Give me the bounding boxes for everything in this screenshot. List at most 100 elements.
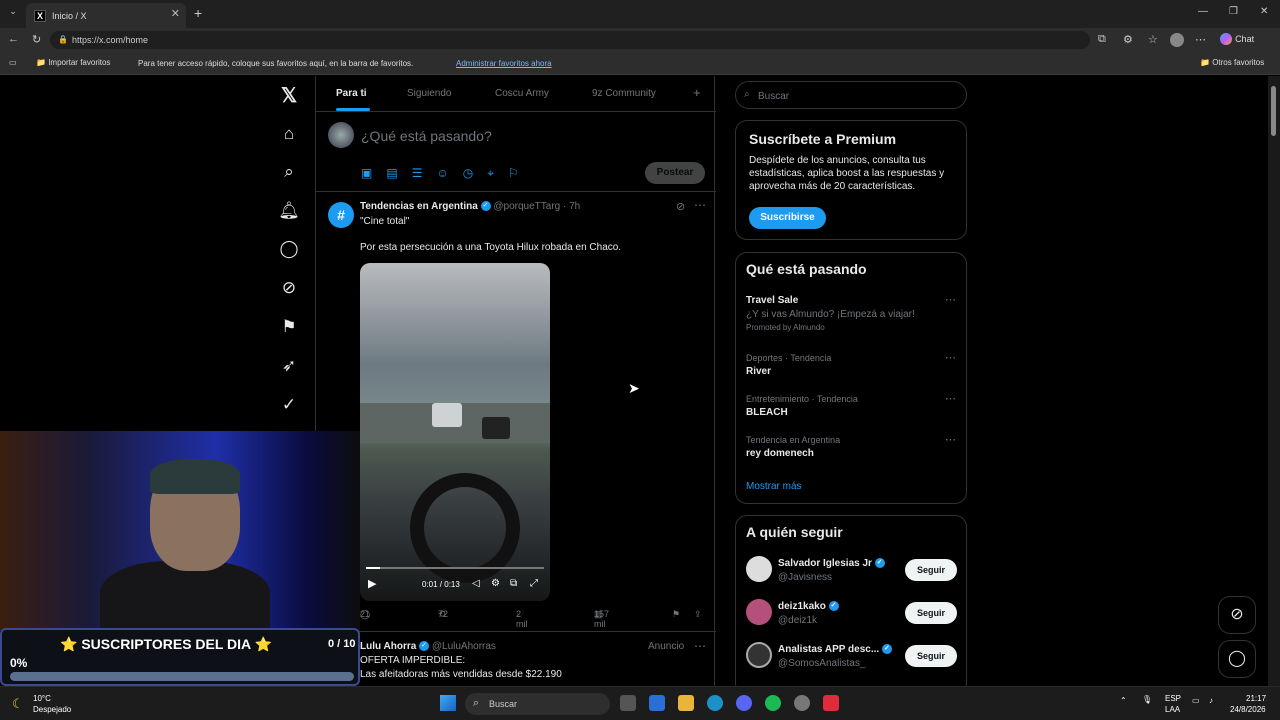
refresh-icon[interactable]: ↻ — [32, 33, 41, 46]
tab-actions-icon[interactable]: ⌄ — [6, 6, 20, 20]
lang1[interactable]: ESP — [1165, 694, 1181, 703]
trend-item[interactable]: Deportes · Tendencia River ⋯ — [746, 351, 958, 377]
add-tab-icon[interactable]: + — [693, 85, 701, 100]
follow-suggestion[interactable]: Analistas APP desc... ✓ @SomosAnalistas_… — [746, 642, 958, 672]
location-icon[interactable]: ⌖ — [487, 166, 508, 180]
tray-chevron-icon[interactable]: ⌃ — [1120, 696, 1127, 705]
favbar-collapse-icon[interactable]: ▭ — [9, 58, 17, 67]
show-more-link[interactable]: Mostrar más — [746, 481, 802, 492]
messages-fab-icon[interactable]: ◯ — [1218, 640, 1256, 678]
profile-avatar[interactable] — [1170, 33, 1184, 47]
tweet-video[interactable]: ▶ 0:01 / 0:13 ◁ ⚙ ⧉ ⤢ — [360, 263, 550, 601]
search-input[interactable]: ⌕ Buscar — [735, 81, 967, 109]
media-icon[interactable]: ▣ — [361, 166, 386, 180]
tab-siguiendo[interactable]: Siguiendo — [407, 88, 451, 99]
gif-icon[interactable]: ▤ — [386, 166, 411, 180]
task-view-icon[interactable] — [620, 695, 636, 711]
close-tab-icon[interactable]: ✕ — [171, 7, 180, 20]
mic-icon[interactable]: 🎙︎ — [1142, 695, 1152, 704]
verified-icon[interactable]: ✓ — [276, 392, 302, 418]
tweet-author-avatar[interactable]: # — [328, 202, 354, 228]
trend-more-icon[interactable]: ⋯ — [945, 433, 956, 446]
favorites-icon[interactable]: ☆ — [1148, 33, 1158, 46]
tab-9z-community[interactable]: 9z Community — [592, 88, 656, 99]
tab-para-ti[interactable]: Para ti — [336, 88, 367, 99]
fullscreen-icon[interactable]: ⤢ — [530, 578, 538, 589]
trend-item[interactable]: Entretenimiento · Tendencia BLEACH ⋯ — [746, 392, 958, 418]
lang2[interactable]: LAA — [1165, 705, 1180, 714]
emoji-icon[interactable]: ☺ — [436, 166, 462, 180]
trend-more-icon[interactable]: ⋯ — [945, 351, 956, 364]
outlook-icon[interactable] — [649, 695, 665, 711]
import-favorites[interactable]: 📁 Importar favoritos — [36, 58, 110, 67]
browser-tab[interactable]: X Inicio / X ✕ — [26, 3, 186, 28]
share-icon[interactable]: ⇪ — [694, 609, 702, 620]
weather-moon-icon[interactable]: ☾ — [12, 696, 24, 712]
flag-icon[interactable]: ⚐ — [508, 166, 533, 180]
home-icon[interactable]: ⌂ — [276, 121, 302, 147]
taskbar-search[interactable]: ⌕ Buscar — [465, 693, 610, 715]
chat-button[interactable]: Chat — [1220, 33, 1254, 46]
play-icon[interactable]: ▶ — [368, 577, 376, 590]
copilot-icon[interactable]: ⚙ — [1123, 33, 1133, 46]
follow-button[interactable]: Seguir — [905, 559, 957, 581]
ad-author-name[interactable]: Lulu Ahorra — [360, 641, 416, 652]
follow-button[interactable]: Seguir — [905, 645, 957, 667]
explore-search-icon[interactable]: ⌕ — [276, 159, 302, 185]
trend-more-icon[interactable]: ⋯ — [945, 392, 956, 405]
post-button[interactable]: Postear — [645, 162, 705, 184]
tweet-author-name[interactable]: Tendencias en Argentina — [360, 201, 478, 212]
weather-text[interactable]: Despejado — [33, 705, 71, 714]
close-window-icon[interactable]: ✕ — [1260, 6, 1268, 17]
jobs-rocket-icon[interactable]: ➶ — [276, 353, 302, 379]
follow-suggestion[interactable]: Salvador Iglesias Jr ✓ @Javisness Seguir — [746, 556, 958, 586]
tweet[interactable]: # Tendencias en Argentina ✓ @porqueTTarg… — [316, 192, 716, 632]
page-scrollbar[interactable] — [1268, 76, 1280, 686]
back-icon[interactable]: ← — [8, 33, 19, 45]
file-explorer-icon[interactable] — [678, 695, 694, 711]
follow-button[interactable]: Seguir — [905, 602, 957, 624]
ad-tweet[interactable]: Lulu Ahorra ✓ @LuluAhorras Anuncio ⋯ OFE… — [316, 633, 716, 686]
x-logo-icon[interactable]: 𝕏 — [276, 82, 302, 108]
compose-input[interactable]: ¿Qué está pasando? — [361, 128, 492, 144]
other-favorites[interactable]: 📁 Otros favoritos — [1200, 58, 1264, 67]
ad-handle[interactable]: @LuluAhorras — [432, 641, 496, 652]
clock-date[interactable]: 24/8/2026 — [1230, 705, 1266, 714]
url-field[interactable]: 🔒 https://x.com/home — [50, 31, 1090, 49]
minimize-icon[interactable]: — — [1198, 6, 1208, 17]
bookmarks-icon[interactable]: ⚑ — [276, 314, 302, 340]
volume-icon[interactable]: ◁ — [472, 578, 480, 589]
discord-icon[interactable] — [736, 695, 752, 711]
scrollbar-thumb[interactable] — [1271, 86, 1276, 136]
menu-icon[interactable]: ⋯ — [1195, 33, 1206, 46]
ad-more-icon[interactable]: ⋯ — [694, 639, 706, 653]
grok-icon[interactable]: ⊘ — [276, 275, 302, 301]
grok-tweet-icon[interactable]: ⊘ — [676, 200, 685, 213]
grok-fab-icon[interactable]: ⊘ — [1218, 596, 1256, 634]
trend-more-icon[interactable]: ⋯ — [945, 293, 956, 306]
tweet-time[interactable]: · 7h — [563, 201, 580, 212]
follow-suggestion[interactable]: deiz1kako ✓ @deiz1k Seguir — [746, 599, 958, 629]
poll-icon[interactable]: ☰ — [412, 166, 437, 180]
obs-app-icon[interactable] — [823, 695, 839, 711]
restore-icon[interactable]: ❐ — [1229, 6, 1238, 17]
extensions-icon[interactable]: ⧉ — [1098, 33, 1106, 46]
trend-item[interactable]: Tendencia en Argentina rey domenech ⋯ — [746, 433, 958, 459]
tab-coscu-army[interactable]: Coscu Army — [495, 88, 549, 99]
user-avatar[interactable] — [328, 122, 354, 148]
tweet-handle[interactable]: @porqueTTarg — [493, 201, 560, 212]
volume-tray-icon[interactable]: ♪ — [1209, 696, 1213, 705]
network-icon[interactable]: ▭ — [1192, 696, 1200, 705]
tweet-more-icon[interactable]: ⋯ — [694, 198, 706, 212]
bookmark-icon[interactable]: ⚑ — [672, 609, 680, 620]
weather-temp[interactable]: 10°C — [33, 694, 51, 703]
manage-favorites-link[interactable]: Administrar favoritos ahora — [456, 59, 552, 68]
app-icon[interactable] — [794, 695, 810, 711]
clock-time[interactable]: 21:17 — [1246, 694, 1266, 703]
schedule-icon[interactable]: ◷ — [463, 166, 487, 180]
video-timeline[interactable] — [366, 567, 544, 569]
notifications-icon[interactable]: 🔔︎ — [276, 198, 302, 224]
spotify-icon[interactable] — [765, 695, 781, 711]
edge-icon[interactable] — [707, 695, 723, 711]
messages-icon[interactable]: ◯ — [276, 236, 302, 262]
